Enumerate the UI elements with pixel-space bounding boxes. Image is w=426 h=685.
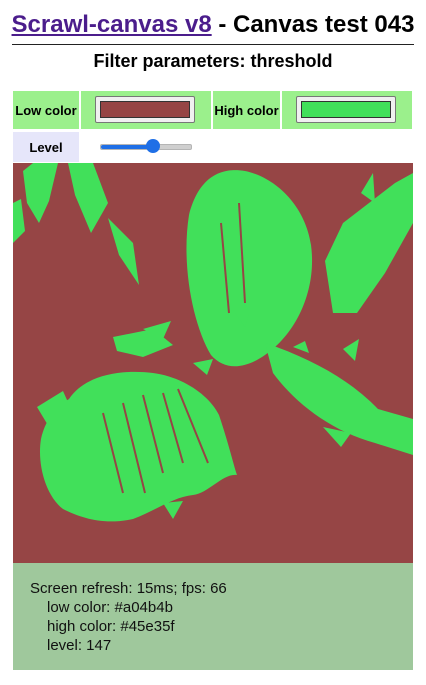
level-readout: level: 147 (47, 637, 112, 654)
page-title-rest: - Canvas test 043 (211, 11, 415, 38)
refresh-readout: Screen refresh: 15ms; fps: 66 (30, 580, 227, 597)
level-label: Level (13, 132, 79, 162)
level-slider[interactable] (100, 139, 192, 153)
high-color-readout: high color: #45e35f (47, 618, 175, 635)
threshold-image (13, 163, 413, 563)
high-color-cell (282, 91, 412, 129)
page-title: Scrawl-canvas v8 - Canvas test 043 (0, 10, 426, 40)
low-color-label: Low color (13, 91, 79, 129)
low-color-cell (81, 91, 211, 129)
status-panel: Screen refresh: 15ms; fps: 66 low color:… (13, 563, 413, 670)
low-color-swatch (100, 101, 190, 118)
threshold-canvas[interactable] (13, 163, 413, 563)
high-color-label: High color (213, 91, 280, 129)
low-color-readout: low color: #a04b4b (47, 599, 173, 616)
scrawl-canvas-link[interactable]: Scrawl-canvas v8 (12, 11, 212, 38)
high-color-swatch (301, 101, 391, 118)
level-slider-thumb[interactable] (145, 139, 160, 153)
filter-subtitle: Filter parameters: threshold (93, 51, 333, 71)
title-divider (12, 44, 414, 45)
low-color-picker[interactable] (95, 96, 195, 123)
high-color-picker[interactable] (296, 96, 396, 123)
